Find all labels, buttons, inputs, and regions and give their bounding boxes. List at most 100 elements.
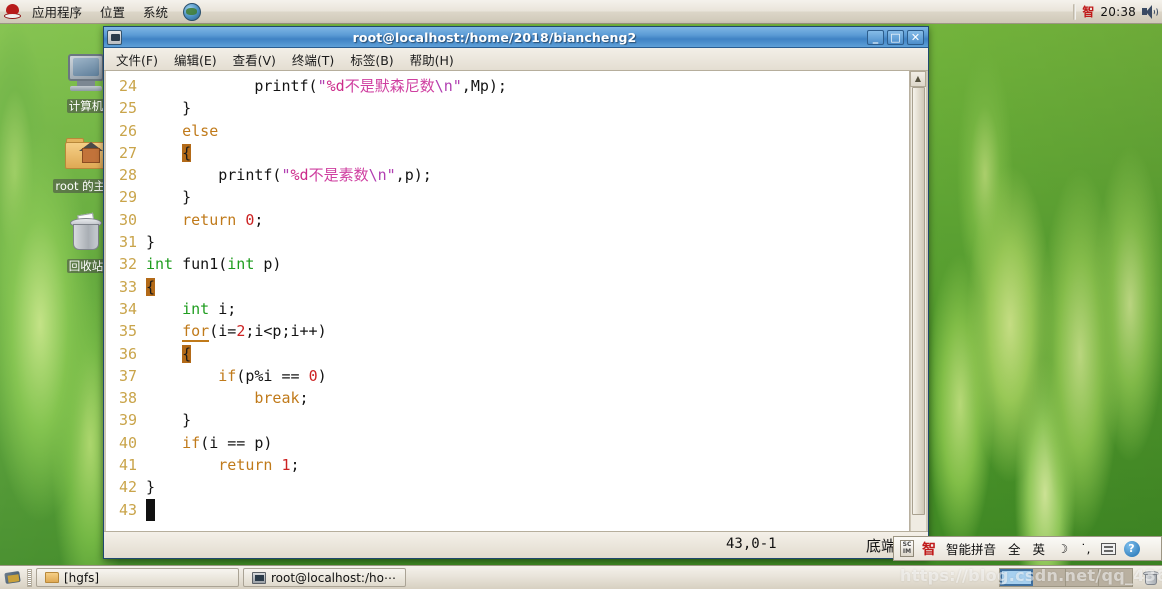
globe-icon[interactable] [183,2,202,21]
menu-tabs[interactable]: 标签(B) [342,48,401,71]
redhat-logo-icon[interactable] [4,3,21,20]
line-content: { [182,143,192,162]
vim-code-area[interactable]: 24 printf("%d不是默森尼数\n",Mp); 25 } 26 else… [106,71,909,531]
scim-toolbar: SC IM 智 智能拼音 全 英 ☽ ˙, ? [893,536,1162,561]
line-number: 34 [118,299,137,318]
line-number: 36 [118,344,137,363]
code-line: 29 } [106,186,909,208]
moon-icon[interactable]: ☽ [1055,541,1070,556]
menu-view[interactable]: 查看(V) [225,48,284,71]
code-line: 27 { [106,142,909,164]
line-content: int fun1(int p) [146,255,282,274]
line-content: } [146,233,156,252]
maximize-button[interactable]: □ [887,29,904,45]
workspace-3[interactable] [1066,569,1099,586]
code-line: 43 [106,498,909,521]
speaker-icon[interactable] [1142,4,1158,19]
top-panel: 应用程序 位置 系统 智 20:38 [0,0,1162,24]
panel-separator [1073,3,1077,20]
workspace-4[interactable] [1099,569,1132,586]
show-desktop-icon[interactable] [3,569,23,587]
line-number: 27 [118,143,137,162]
help-icon[interactable]: ? [1123,540,1140,557]
line-content: printf("%d不是默森尼数\n",Mp); [146,77,507,95]
menu-system[interactable]: 系统 [135,1,176,22]
line-number: 42 [118,478,137,497]
workspace-2[interactable] [1033,569,1066,586]
taskbar-item-hgfs[interactable]: [hgfs] [36,568,239,587]
code-line: 42} [106,476,909,498]
code-line: 24 printf("%d不是默森尼数\n",Mp); [106,75,909,97]
bottom-panel: [hgfs] root@localhost:/ho⋯ [0,565,1162,589]
window-controls: _ □ ✕ [867,29,925,45]
code-line: 38 break; [106,387,909,409]
window-titlebar[interactable]: root@localhost:/home/2018/biancheng2 _ □… [104,27,928,48]
minimize-button[interactable]: _ [867,29,884,45]
taskbar-item-label: root@localhost:/ho⋯ [271,570,396,585]
line-content: } [146,478,156,497]
line-content: printf("%d不是素数\n",p); [146,166,432,185]
window-title: root@localhost:/home/2018/biancheng2 [352,29,637,45]
code-line: 35 for(i=2;i<p;i++) [106,320,909,343]
line-content: return 0; [182,210,264,229]
line-content: return 1; [218,456,300,475]
scroll-up-button[interactable]: ▲ [910,71,926,87]
line-content: } [146,188,192,207]
scim-language-mode[interactable]: 英 [1031,539,1048,558]
menu-edit[interactable]: 编辑(E) [166,48,225,71]
line-content: int i; [182,299,237,318]
text-cursor [146,498,155,521]
line-number: 28 [118,166,137,185]
scim-width-mode[interactable]: 全 [1006,539,1023,558]
tray-ime-icon[interactable]: 智 [1082,3,1094,20]
terminal-window: root@localhost:/home/2018/biancheng2 _ □… [103,26,929,559]
scrollbar-track[interactable] [910,87,926,531]
code-line: 26 else [106,120,909,142]
top-panel-tray: 智 20:38 [1073,3,1162,20]
code-line: 40 if(i == p) [106,432,909,454]
trash-applet-icon[interactable] [1143,570,1159,586]
scim-logo-icon[interactable]: 智 [922,539,936,559]
menu-file[interactable]: 文件(F) [108,48,166,71]
menu-help[interactable]: 帮助(H) [402,48,462,71]
taskbar-item-label: [hgfs] [64,570,100,585]
code-line: 37 if(p%i == 0) [106,365,909,387]
workspace-switcher[interactable] [999,568,1133,587]
panel-grip[interactable] [27,568,32,587]
menu-terminal[interactable]: 终端(T) [284,48,342,71]
line-number: 32 [118,255,137,274]
keyboard-icon[interactable] [1100,542,1116,555]
line-content: for(i=2;i<p;i++) [182,322,327,343]
punctuation-icon[interactable]: ˙, [1078,541,1092,556]
line-number: 41 [118,456,137,475]
menu-places[interactable]: 位置 [92,1,133,22]
desktop-icon-label: 计算机 [66,99,106,113]
clock[interactable]: 20:38 [1100,5,1136,19]
folder-icon [45,572,59,583]
scim-input-method[interactable]: 智能拼音 [944,539,998,558]
code-line: 39 } [106,409,909,431]
line-number: 25 [118,99,137,118]
code-line: 34 int i; [106,298,909,320]
line-content: if(i == p) [182,433,273,452]
workspace-1[interactable] [1000,569,1033,586]
line-number: 33 [118,277,137,296]
desktop-icon-label: 回收站 [66,259,106,273]
taskbar-item-terminal[interactable]: root@localhost:/ho⋯ [243,568,406,587]
line-content: break; [254,389,309,408]
desktop-screen: 应用程序 位置 系统 智 20:38 计算机 root 的主文 回收站 root… [0,0,1162,589]
terminal-menubar: 文件(F) 编辑(E) 查看(V) 终端(T) 标签(B) 帮助(H) [104,48,928,71]
line-number: 39 [118,411,137,430]
scrollbar-thumb[interactable] [912,87,925,515]
line-number: 43 [118,500,137,519]
menu-applications[interactable]: 应用程序 [24,1,90,22]
line-content: { [146,277,156,296]
line-content: { [182,344,192,363]
vertical-scrollbar[interactable]: ▲ [909,71,926,531]
scim-handle-icon[interactable]: SC IM [900,540,914,557]
line-number: 26 [118,121,137,140]
line-content [146,498,155,521]
close-button[interactable]: ✕ [907,29,924,45]
line-number: 38 [118,389,137,408]
line-content: else [182,121,219,140]
